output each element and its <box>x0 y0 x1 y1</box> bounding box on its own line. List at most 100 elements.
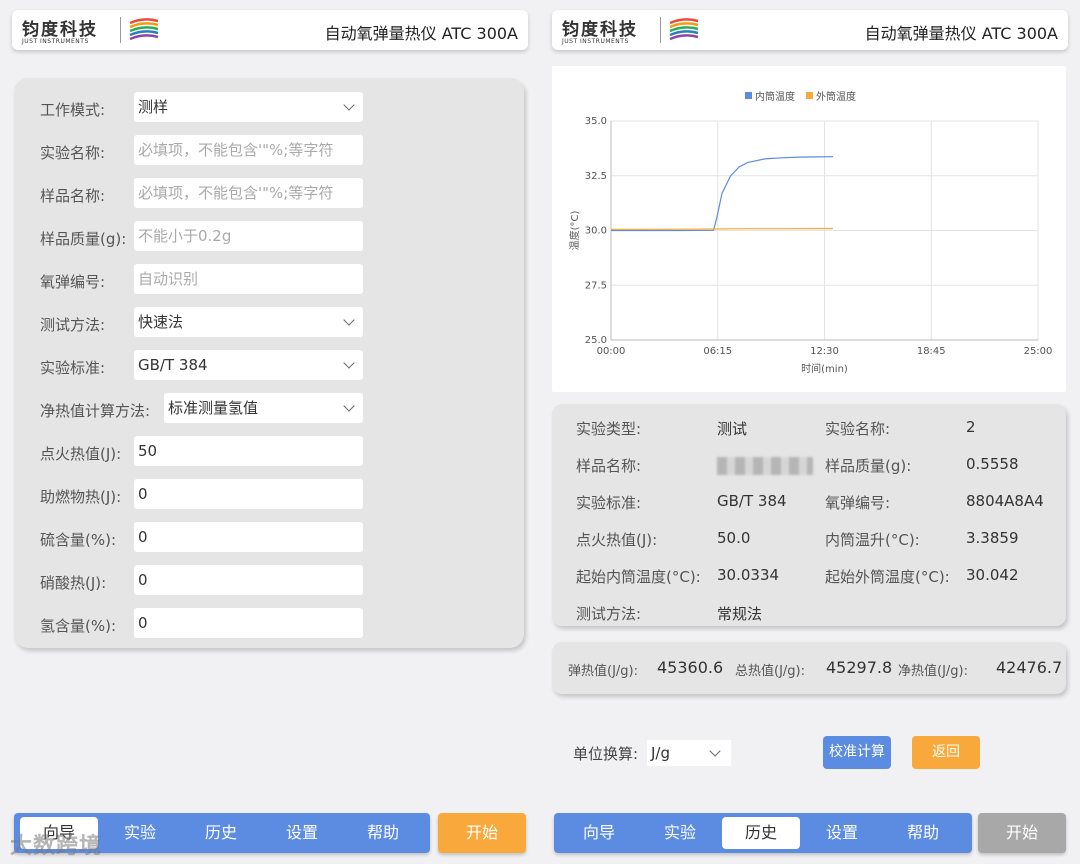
calibrate-button[interactable]: 校准计算 <box>823 736 891 769</box>
form-input[interactable]: 0 <box>134 479 363 509</box>
unit-label: 单位换算: <box>573 745 639 763</box>
nav-tab[interactable]: 设置 <box>263 817 341 849</box>
unit-select[interactable]: J/g <box>647 740 731 766</box>
logo-text: 钧度科技 <box>562 20 638 40</box>
nav-tab[interactable]: 帮助 <box>344 817 422 849</box>
info-label: 点火热值(J): <box>576 531 658 549</box>
y-tick-label: 27.5 <box>585 280 607 291</box>
logo-divider <box>120 17 121 43</box>
form-input[interactable]: 必填项，不能包含'"%;等字符 <box>134 135 363 165</box>
x-axis-label: 时间(min) <box>801 362 848 375</box>
heat-values: 弹热值(J/g): 45360.6 总热值(J/g): 45297.8 净热值(… <box>552 642 1066 694</box>
info-label: 测试方法: <box>576 605 642 623</box>
gross-heat-value: 45297.8 <box>826 658 893 677</box>
logo-subtext: JUST INSTRUMENTS <box>562 38 629 45</box>
logo: 钧度科技 JUST INSTRUMENTS <box>22 15 162 45</box>
series-line <box>611 156 834 232</box>
nav-tab[interactable]: 帮助 <box>884 817 962 849</box>
form-input[interactable]: 0 <box>134 608 363 638</box>
form-label: 样品质量(g): <box>40 230 127 248</box>
info-label: 起始外筒温度(°C): <box>825 568 950 586</box>
bomb-heat-label: 弹热值(J/g): <box>568 664 638 679</box>
legend-label: 外筒温度 <box>816 90 856 103</box>
form-row: 实验名称: 必填项，不能包含'"%;等字符 <box>14 135 524 168</box>
info-value: 30.0334 <box>717 566 780 584</box>
form-label: 测试方法: <box>40 316 106 334</box>
nav-tab[interactable]: 实验 <box>101 817 179 849</box>
y-tick-label: 30.0 <box>585 226 607 237</box>
info-label: 实验标准: <box>576 494 642 512</box>
form-row: 氧弹编号: 自动识别 <box>14 264 524 297</box>
watermark: 大数跨境 <box>10 828 102 860</box>
info-label: 样品质量(g): <box>825 457 912 475</box>
form-row: 点火热值(J): 50 <box>14 436 524 469</box>
form-row: 实验标准: GB/T 384 <box>14 350 524 383</box>
form-input[interactable]: 0 <box>134 565 363 595</box>
form-row: 样品名称: 必填项，不能包含'"%;等字符 <box>14 178 524 211</box>
start-button[interactable]: 开始 <box>438 813 526 853</box>
bomb-heat-value: 45360.6 <box>657 658 724 677</box>
experiment-form: 工作模式: 测样 实验名称: 必填项，不能包含'"%;等字符 样品名称: 必填项，不能包含… <box>14 78 524 648</box>
form-input[interactable]: 自动识别 <box>134 264 363 294</box>
logo-mark-icon <box>129 18 159 41</box>
start-button[interactable]: 开始 <box>978 813 1066 853</box>
form-input[interactable]: 必填项，不能包含'"%;等字符 <box>134 178 363 208</box>
form-row: 氢含量(%): 0 <box>14 608 524 641</box>
x-tick-label: 06:15 <box>703 346 732 357</box>
form-select[interactable]: 快速法 <box>134 307 363 337</box>
info-value: 测试 <box>717 420 748 438</box>
y-axis-label: 温度(°C) <box>568 211 581 251</box>
watermark-text: 大数跨境 <box>10 834 103 859</box>
form-label: 实验名称: <box>40 144 106 162</box>
info-value: 30.042 <box>966 566 1019 584</box>
experiment-info: 实验类型: 测试 实验名称: 2 样品名称: 样品质量(g): 0.5558 实验标准: GB/… <box>552 404 1066 626</box>
form-input[interactable]: 50 <box>134 436 363 466</box>
redacted-value <box>717 457 813 475</box>
y-tick-label: 25.0 <box>585 335 607 346</box>
nav-tab[interactable]: 历史 <box>182 817 260 849</box>
x-tick-label: 25:00 <box>1024 346 1053 357</box>
form-label: 净热值计算方法: <box>40 402 151 420</box>
nav-tab[interactable]: 设置 <box>803 817 881 849</box>
nav-tab[interactable]: 历史 <box>722 817 800 849</box>
form-input[interactable]: 不能小于0.2g <box>134 221 363 251</box>
history-panel: 钧度科技 JUST INSTRUMENTS 自动氧弹量热仪 ATC 300A 2… <box>540 0 1080 864</box>
form-row: 测试方法: 快速法 <box>14 307 524 340</box>
x-tick-label: 18:45 <box>917 346 946 357</box>
logo: 钧度科技 JUST INSTRUMENTS <box>562 15 702 45</box>
form-input[interactable]: 0 <box>134 522 363 552</box>
temperature-chart: 25.0 27.5 30.0 32.5 35.0 00:00 06:15 12:30 18:45… <box>552 66 1066 392</box>
legend-swatch <box>745 92 752 99</box>
legend-swatch <box>806 92 813 99</box>
info-value: 0.5558 <box>966 455 1019 473</box>
app-title: 自动氧弹量热仪 ATC 300A <box>324 24 518 43</box>
form-label: 点火热值(J): <box>40 445 122 463</box>
form-label: 工作模式: <box>40 101 106 119</box>
y-tick-label: 35.0 <box>585 116 607 127</box>
x-tick-label: 00:00 <box>597 346 626 357</box>
series-line <box>611 227 833 230</box>
info-value: 3.3859 <box>966 529 1019 547</box>
x-tick-label: 12:30 <box>810 346 839 357</box>
form-select[interactable]: 测样 <box>134 92 363 122</box>
form-label: 氧弹编号: <box>40 273 106 291</box>
info-label: 氧弹编号: <box>825 494 891 512</box>
back-button[interactable]: 返回 <box>912 736 980 769</box>
form-row: 助燃物热(J): 0 <box>14 479 524 512</box>
info-label: 实验类型: <box>576 420 642 438</box>
form-label: 硫含量(%): <box>40 531 117 549</box>
form-label: 助燃物热(J): <box>40 488 122 506</box>
info-label: 实验名称: <box>825 420 891 438</box>
form-label: 实验标准: <box>40 359 106 377</box>
logo-subtext: JUST INSTRUMENTS <box>22 38 89 45</box>
bottom-nav: 向导 实验 历史 设置 帮助 <box>554 813 972 853</box>
info-value: 50.0 <box>717 529 751 547</box>
nav-tab[interactable]: 实验 <box>641 817 719 849</box>
form-row: 硝酸热(J): 0 <box>14 565 524 598</box>
y-tick-label: 32.5 <box>585 171 607 182</box>
form-select[interactable]: GB/T 384 <box>134 350 363 380</box>
logo-text: 钧度科技 <box>22 20 98 40</box>
nav-tab[interactable]: 向导 <box>560 817 638 849</box>
form-select[interactable]: 标准测量氢值 <box>164 393 363 423</box>
header-bar: 钧度科技 JUST INSTRUMENTS 自动氧弹量热仪 ATC 300A <box>12 10 528 50</box>
